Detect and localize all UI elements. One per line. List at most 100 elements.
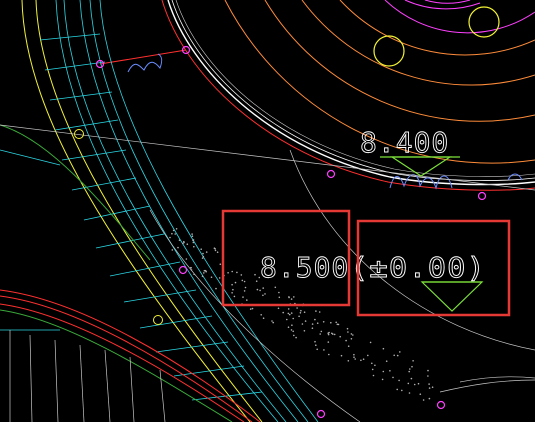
- hatch-dot: [256, 288, 259, 291]
- hatch-dot: [320, 330, 323, 333]
- hatch-dot: [360, 359, 362, 362]
- hatch-dot: [300, 309, 302, 312]
- hatch-dot: [298, 315, 300, 318]
- hatch-dot: [293, 296, 295, 298]
- hatch-dot: [422, 399, 425, 401]
- hatch-dot: [296, 307, 298, 309]
- hatch-dot: [350, 338, 353, 340]
- hatch-dot: [190, 269, 193, 271]
- hatch-dot: [201, 275, 204, 278]
- hatch-dot: [311, 323, 314, 325]
- hatch-dot: [340, 354, 343, 357]
- hatch-dot: [219, 263, 222, 266]
- hatch-dot: [419, 393, 422, 396]
- hatch-dot: [287, 312, 290, 315]
- hatch-dot: [242, 296, 244, 298]
- hatch-dot: [271, 320, 273, 322]
- cad-drawing-canvas[interactable]: 8.400 8.500 (±0.00): [0, 0, 535, 422]
- hatch-dot: [303, 330, 306, 332]
- hatch-dot: [392, 376, 394, 379]
- hatch-dot: [389, 370, 391, 372]
- hatch-dot: [314, 340, 316, 343]
- hatch-dot: [350, 333, 353, 335]
- hatch-dot: [381, 378, 384, 381]
- hatch-dot: [216, 251, 219, 253]
- hatch-dot: [346, 327, 349, 330]
- hatch-dot: [427, 369, 429, 372]
- hatch-dot: [382, 370, 385, 373]
- hatch-dot: [175, 228, 178, 230]
- hatch-dot: [290, 298, 293, 300]
- hatch-dot: [262, 317, 265, 320]
- hatch-dot: [178, 239, 181, 241]
- hatch-dot: [374, 364, 376, 367]
- hatch-dot: [362, 358, 365, 361]
- hatch-dot: [191, 233, 193, 235]
- hatch-dot: [315, 310, 317, 312]
- hatch-dot: [233, 295, 236, 298]
- hatch-dot: [262, 294, 264, 297]
- hatch-dot: [244, 286, 247, 289]
- hatch-dot: [398, 379, 400, 382]
- hatch-dot: [274, 286, 277, 289]
- hatch-dot: [243, 280, 246, 283]
- hatch-dot: [192, 239, 195, 241]
- hatch-dot: [240, 274, 243, 276]
- elevation-label-upper: 8.400: [360, 126, 449, 159]
- hatch-dot: [417, 382, 420, 385]
- hatch-dot: [174, 233, 176, 235]
- hatch-dot: [171, 232, 173, 235]
- hatch-dot: [231, 270, 233, 273]
- hatch-dot: [399, 351, 401, 353]
- hatch-dot: [353, 356, 355, 359]
- hatch-dot: [413, 383, 416, 386]
- hatch-dot: [192, 241, 195, 244]
- hatch-dot: [251, 307, 254, 310]
- hatch-dot: [232, 288, 234, 291]
- hatch-dot: [319, 333, 322, 335]
- elevation-label-lower-left: 8.500: [260, 251, 349, 284]
- hatch-dot: [243, 290, 246, 292]
- hatch-dot: [427, 375, 429, 377]
- hatch-dot: [191, 235, 194, 237]
- hatch-dot: [246, 299, 248, 301]
- hatch-dot: [339, 335, 342, 338]
- hatch-dot: [431, 386, 434, 389]
- hatch-dot: [393, 354, 396, 357]
- hatch-dot: [249, 308, 252, 310]
- hatch-dot: [352, 334, 354, 336]
- hatch-dot: [316, 322, 319, 325]
- hatch-dot: [408, 370, 411, 373]
- hatch-dot: [396, 354, 399, 357]
- hatch-dot: [169, 236, 171, 239]
- hatch-dot: [186, 243, 189, 245]
- hatch-dot: [382, 347, 385, 350]
- hatch-dot: [333, 333, 336, 336]
- hatch-dot: [288, 296, 290, 299]
- hatch-dot: [190, 266, 192, 269]
- hatch-dot: [214, 249, 217, 252]
- hatch-dot: [428, 383, 430, 385]
- hatch-dot: [236, 271, 238, 274]
- hatch-dot: [335, 321, 338, 324]
- hatch-dot: [315, 344, 317, 347]
- hatch-dot: [428, 387, 431, 389]
- hatch-dot: [295, 336, 297, 339]
- hatch-dot: [385, 360, 388, 363]
- hatch-dot: [277, 307, 280, 310]
- hatch-dot: [407, 382, 410, 385]
- hatch-dot: [314, 318, 316, 321]
- hatch-dot: [371, 362, 373, 365]
- hatch-dot: [201, 257, 204, 259]
- elevation-label-lower-right: (±0.00): [350, 251, 486, 284]
- hatch-dot: [290, 329, 293, 331]
- hatch-dot: [347, 345, 350, 348]
- hatch-dot: [330, 321, 332, 324]
- hatch-dot: [369, 341, 372, 344]
- hatch-dot: [227, 272, 229, 274]
- hatch-dot: [183, 240, 185, 243]
- hatch-dot: [318, 311, 321, 313]
- hatch-dot: [396, 388, 399, 391]
- hatch-dot: [205, 251, 208, 253]
- hatch-dot: [412, 360, 414, 362]
